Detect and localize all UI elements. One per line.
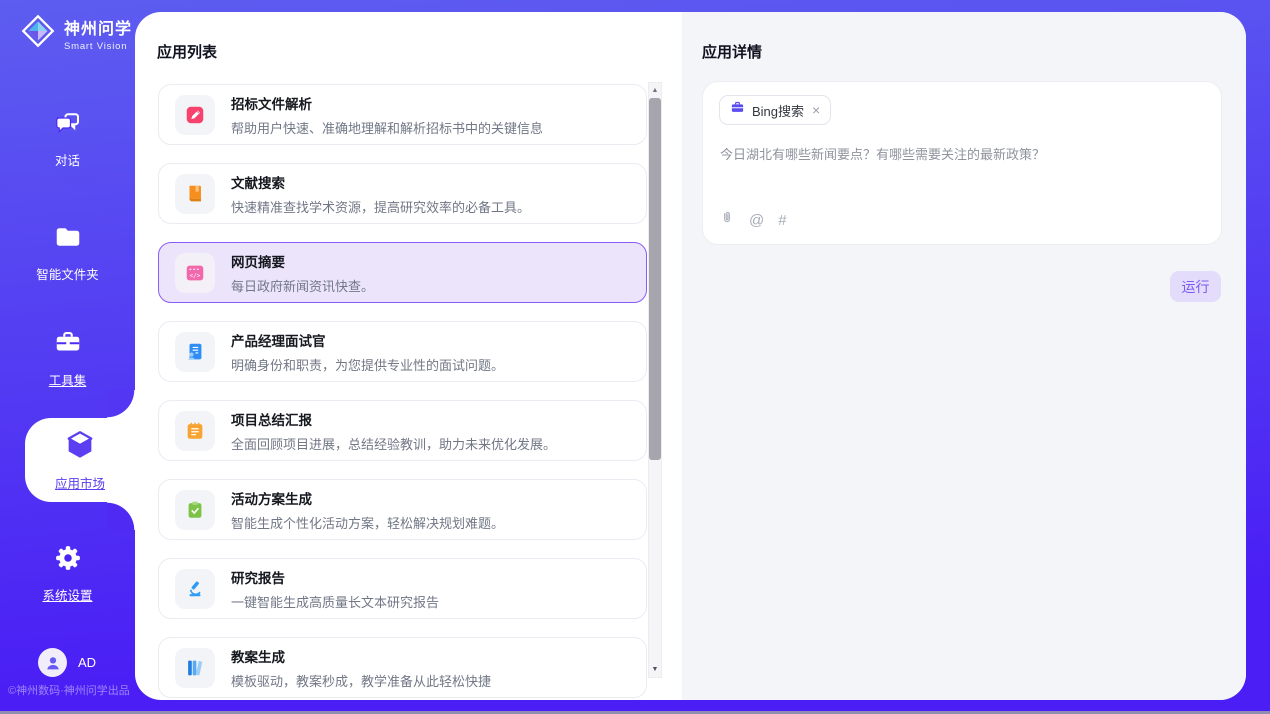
document-person-icon: [175, 332, 215, 372]
user-account[interactable]: AD: [38, 648, 96, 677]
list-item-pm-interviewer[interactable]: 产品经理面试官 明确身份和职责，为您提供专业性的面试问题。: [158, 321, 647, 382]
app-title: 网页摘要: [231, 251, 374, 271]
microscope-icon: [175, 569, 215, 609]
chat-icon: [53, 108, 83, 143]
list-item-literature-search[interactable]: 文献搜索 快速精准查找学术资源，提高研究效率的必备工具。: [158, 163, 647, 224]
folder-icon: [53, 222, 83, 257]
sidebar-item-label: 智能文件夹: [36, 264, 99, 283]
brand-logo: 神州问学 Smart Vision: [19, 12, 132, 55]
list-scrollbar[interactable]: ▲ ▼: [648, 82, 662, 678]
bubble-curve-bottom: [107, 502, 135, 530]
avatar: [38, 648, 67, 677]
list-item-lesson-plan[interactable]: 教案生成 模板驱动，教案秒成，教学准备从此轻松快捷: [158, 637, 647, 698]
sidebar: 神州问学 Smart Vision 对话 智能文件夹: [0, 0, 135, 714]
app-title: 活动方案生成: [231, 488, 504, 508]
sidebar-item-smart-folder[interactable]: 智能文件夹: [0, 222, 135, 283]
tool-tag-label: Bing搜索: [752, 101, 804, 120]
gear-icon: [53, 543, 83, 578]
app-title: 文献搜索: [231, 172, 530, 192]
app-desc: 快速精准查找学术资源，提高研究效率的必备工具。: [231, 197, 530, 216]
cube-icon: [63, 428, 97, 467]
sidebar-item-label: 对话: [55, 150, 80, 169]
list-item-web-summary[interactable]: </> 网页摘要 每日政府新闻资讯快查。: [158, 242, 647, 303]
brand-subtitle: Smart Vision: [64, 41, 132, 52]
svg-text:</>: </>: [190, 272, 201, 279]
clipboard-check-icon: [175, 490, 215, 530]
app-title: 项目总结汇报: [231, 409, 556, 429]
app-desc: 全面回顾项目进展，总结经验教训，助力未来优化发展。: [231, 434, 556, 453]
list-item-research-report[interactable]: 研究报告 一键智能生成高质量长文本研究报告: [158, 558, 647, 619]
app-title: 研究报告: [231, 567, 439, 587]
tool-tag-bing-search[interactable]: Bing搜索 ×: [719, 95, 831, 125]
copyright-note: ©神州数码·神州问学出品: [8, 682, 130, 698]
toolbox-icon: [53, 328, 83, 363]
webpage-code-icon: </>: [175, 253, 215, 293]
app-desc: 明确身份和职责，为您提供专业性的面试问题。: [231, 355, 504, 374]
prompt-card[interactable]: Bing搜索 × 今日湖北有哪些新闻要点？有哪些需要关注的最新政策？ @ #: [702, 81, 1222, 245]
sidebar-item-label: 系统设置: [42, 585, 92, 604]
content-panel: 应用列表 招标文件解析 帮助用户快速、准确地理解和解析招标书中的关键信息: [135, 12, 1246, 700]
sidebar-item-label: 工具集: [49, 370, 87, 389]
app-desc: 帮助用户快速、准确地理解和解析招标书中的关键信息: [231, 118, 543, 137]
briefcase-icon: [730, 100, 745, 120]
attachment-toolbar: @ #: [719, 209, 787, 232]
app-detail-section: 应用详情 Bing搜索 × 今日湖北有哪些新闻要点？有哪些需要关注的最新政策？: [682, 12, 1246, 700]
app-desc: 一键智能生成高质量长文本研究报告: [231, 592, 439, 611]
app-list-title: 应用列表: [157, 41, 217, 62]
book-icon: [175, 174, 215, 214]
app-title: 教案生成: [231, 646, 491, 666]
bubble-curve-top: [107, 390, 135, 418]
paperclip-icon[interactable]: [719, 209, 735, 232]
scroll-up-arrow-icon[interactable]: ▲: [649, 83, 661, 98]
app-list: 招标文件解析 帮助用户快速、准确地理解和解析招标书中的关键信息 文献搜索 快速精…: [158, 84, 647, 700]
run-button[interactable]: 运行: [1170, 271, 1221, 302]
list-item-bid-parse[interactable]: 招标文件解析 帮助用户快速、准确地理解和解析招标书中的关键信息: [158, 84, 647, 145]
query-input[interactable]: 今日湖北有哪些新闻要点？有哪些需要关注的最新政策？: [720, 144, 1204, 163]
list-item-project-summary[interactable]: 项目总结汇报 全面回顾项目进展，总结经验教训，助力未来优化发展。: [158, 400, 647, 461]
app-title: 产品经理面试官: [231, 330, 504, 350]
scrollbar-thumb[interactable]: [649, 98, 661, 460]
sidebar-item-app-market[interactable]: 应用市场: [25, 418, 135, 502]
books-icon: [175, 648, 215, 688]
app-detail-title: 应用详情: [702, 41, 762, 62]
scroll-down-arrow-icon[interactable]: ▼: [649, 662, 661, 677]
brand-name: 神州问学: [64, 15, 132, 39]
hash-tag-icon[interactable]: #: [778, 212, 786, 230]
user-initials: AD: [78, 655, 96, 670]
diamond-logo-icon: [19, 12, 57, 55]
app-desc: 模板驱动，教案秒成，教学准备从此轻松快捷: [231, 671, 491, 690]
sidebar-item-settings[interactable]: 系统设置: [0, 543, 135, 604]
list-item-event-plan[interactable]: 活动方案生成 智能生成个性化活动方案，轻松解决规划难题。: [158, 479, 647, 540]
app-desc: 每日政府新闻资讯快查。: [231, 276, 374, 295]
at-mention-icon[interactable]: @: [749, 212, 764, 230]
sidebar-item-chat[interactable]: 对话: [0, 108, 135, 169]
app-title: 招标文件解析: [231, 93, 543, 113]
close-icon[interactable]: ×: [812, 102, 820, 118]
sidebar-item-label: 应用市场: [55, 473, 105, 492]
app-desc: 智能生成个性化活动方案，轻松解决规划难题。: [231, 513, 504, 532]
notepad-icon: [175, 411, 215, 451]
bid-edit-icon: [175, 95, 215, 135]
sidebar-item-toolset[interactable]: 工具集: [0, 328, 135, 389]
